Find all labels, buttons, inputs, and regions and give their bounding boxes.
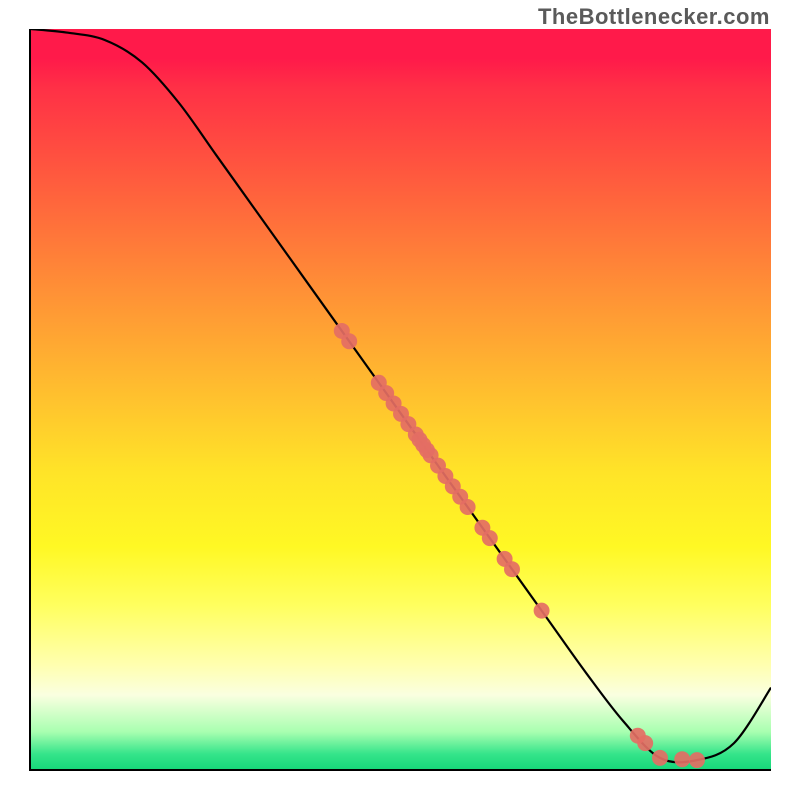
data-point [534,603,550,619]
bottleneck-curve [31,29,771,762]
data-point [689,752,705,768]
highlighted-points [334,323,705,768]
data-point [482,530,498,546]
chart-svg [31,29,771,769]
data-point [504,561,520,577]
data-point [674,751,690,767]
data-point [460,499,476,515]
data-point [341,333,357,349]
curve-path [31,29,771,762]
data-point [637,735,653,751]
watermark-label: TheBottlenecker.com [538,4,770,30]
data-point [652,750,668,766]
chart-container: TheBottlenecker.com [0,0,800,800]
plot-area [29,29,771,771]
